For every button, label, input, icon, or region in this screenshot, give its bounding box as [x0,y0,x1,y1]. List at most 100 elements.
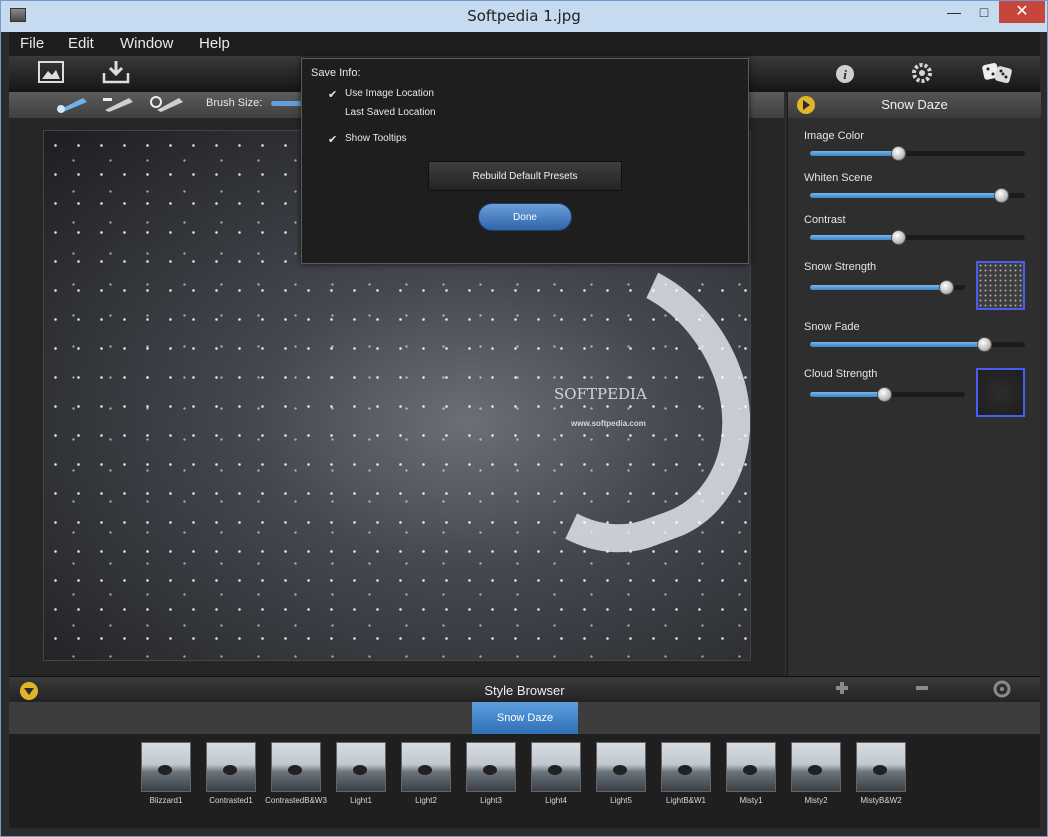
checkbox[interactable]: ✔ [328,90,339,101]
slider-whiten-scene[interactable] [810,188,1025,203]
slider-knob[interactable] [891,230,907,245]
preset-label: ContrastedB&W3 [265,796,327,805]
option-show-tooltips[interactable]: ✔ Show Tooltips [328,133,407,146]
preset-thumbnail-image [791,742,841,792]
slider-cloud-strength[interactable] [810,387,965,402]
slider-fill [810,235,899,240]
brush-minus-icon [103,98,133,112]
cloud-texture-swatch[interactable] [976,368,1025,417]
settings-button[interactable] [911,62,933,89]
save-info-heading: Save Info: [311,67,361,79]
app-window: Softpedia 1.jpg — □ ✕ File Edit Window H… [0,0,1048,837]
slider-snow-fade[interactable] [810,337,1025,352]
slider-fill [810,285,947,290]
preset-thumbnail-image [401,742,451,792]
slider-fill [810,392,885,397]
preset-thumb[interactable]: MistyB&W2 [849,742,913,805]
save-image-button[interactable] [101,59,131,90]
snow-texture-swatch[interactable] [976,261,1025,310]
option-label: Use Image Location [345,88,434,99]
menu-window[interactable]: Window [120,35,173,52]
preset-label: Contrasted1 [209,796,253,805]
open-image-button[interactable] [37,60,65,89]
brush-reset-icon [150,96,183,112]
slider-fill [810,342,985,347]
refresh-presets-button[interactable] [992,680,1012,700]
preset-thumb[interactable]: Light1 [329,742,393,805]
slider-fill [810,193,1002,198]
preset-thumb[interactable]: Misty2 [784,742,848,805]
slider-label-image-color: Image Color [804,130,864,142]
preset-thumb[interactable]: ContrastedB&W3 [264,742,328,805]
dice-icon [982,63,1012,84]
slider-fill [810,151,899,156]
preset-thumb[interactable]: Light4 [524,742,588,805]
slider-knob[interactable] [891,146,907,161]
effect-panel: Snow Daze Image Color Whiten Scene Contr… [787,92,1041,676]
preset-label: Light2 [415,796,437,805]
menu-bar: File Edit Window Help [9,32,1040,56]
maximize-button[interactable]: □ [969,1,999,23]
download-icon [102,61,130,84]
checkbox[interactable] [328,106,339,117]
slider-snow-strength[interactable] [810,280,965,295]
preset-thumbnail-image [596,742,646,792]
slider-knob[interactable] [939,280,955,295]
plus-icon [836,682,848,694]
brush-size-label: Brush Size: [206,97,263,109]
rebuild-presets-button[interactable]: Rebuild Default Presets [428,161,622,191]
done-button[interactable]: Done [478,203,572,231]
option-last-saved-location[interactable]: Last Saved Location [328,106,436,118]
slider-contrast[interactable] [810,230,1025,245]
brush-icon [57,98,87,113]
preset-label: MistyB&W2 [860,796,902,805]
preset-thumbnail-image [726,742,776,792]
remove-preset-button[interactable] [912,680,932,700]
slider-knob[interactable] [994,188,1010,203]
minimize-button[interactable]: — [939,1,969,23]
preset-label: Light5 [610,796,632,805]
preset-thumb[interactable]: Misty1 [719,742,783,805]
preset-thumb[interactable]: Light2 [394,742,458,805]
menu-edit[interactable]: Edit [68,35,94,52]
info-icon: i [836,65,854,83]
add-preset-button[interactable] [832,680,852,700]
reset-brush-button[interactable] [149,94,185,119]
paint-brush-button[interactable] [55,94,91,119]
title-bar: Softpedia 1.jpg — □ ✕ [1,1,1047,32]
slider-label-contrast: Contrast [804,214,846,226]
menu-help[interactable]: Help [199,35,230,52]
style-browser-title: Style Browser [484,683,565,698]
preset-thumbnail-image [856,742,906,792]
preset-label: Misty2 [804,796,828,805]
preset-label: LightB&W1 [665,796,707,805]
preset-thumbnail-image [141,742,191,792]
gear-icon [912,63,932,83]
refresh-icon [993,680,1011,698]
menu-file[interactable]: File [20,35,44,52]
erase-brush-button[interactable] [101,94,137,119]
svg-text:i: i [843,67,847,82]
preset-thumb[interactable]: LightB&W1 [654,742,718,805]
close-button[interactable]: ✕ [999,1,1045,23]
preset-thumb[interactable]: Contrasted1 [199,742,263,805]
slider-knob[interactable] [877,387,893,402]
slider-image-color[interactable] [810,146,1025,161]
preset-thumb[interactable]: Light3 [459,742,523,805]
info-button[interactable]: i [835,64,855,89]
checkbox[interactable]: ✔ [328,135,339,146]
preset-label: Misty1 [739,796,763,805]
minus-icon [916,686,928,690]
randomize-button[interactable] [981,60,1015,91]
slider-knob[interactable] [977,337,993,352]
preset-label: Light1 [350,796,372,805]
effect-title: Snow Daze [881,97,948,112]
preset-label: Light3 [480,796,502,805]
style-browser-header: Style Browser [9,676,1040,702]
preset-thumbnail-image [466,742,516,792]
tab-snow-daze[interactable]: Snow Daze [472,702,578,734]
preset-thumb[interactable]: Blizzard1 [134,742,198,805]
preset-thumb[interactable]: Light5 [589,742,653,805]
option-use-image-location[interactable]: ✔ Use Image Location [328,88,434,101]
image-icon [38,61,64,83]
